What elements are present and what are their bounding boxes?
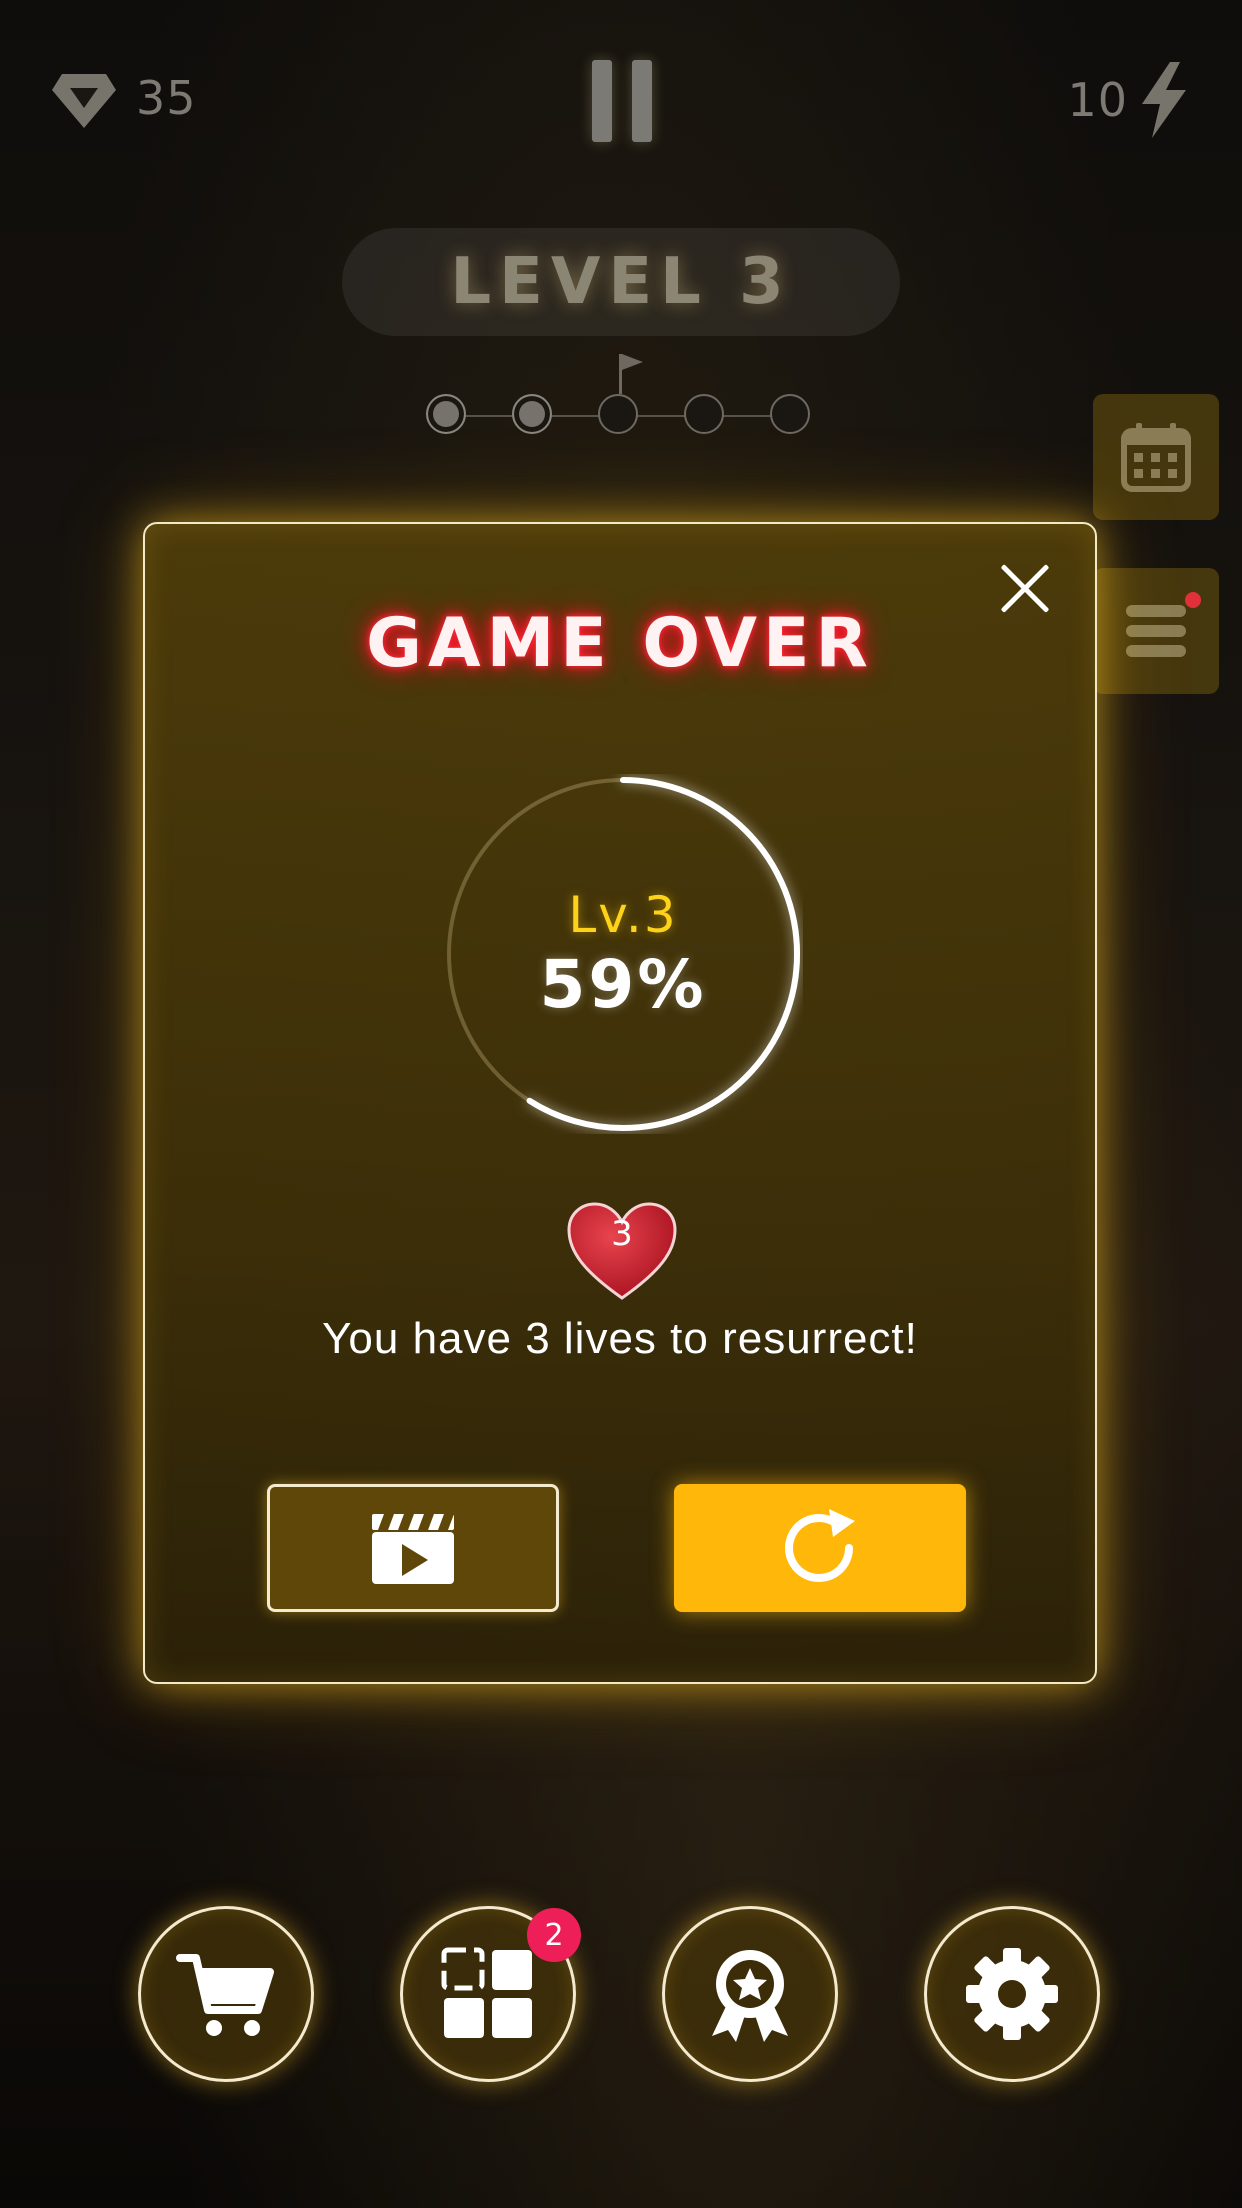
game-over-dialog: GAME OVER Lv.3 59% 3 You have 3 lives to…	[143, 522, 1097, 1684]
top-hud: 35 10	[0, 0, 1242, 200]
menu-button[interactable]	[1093, 568, 1219, 694]
video-clapper-icon	[372, 1514, 454, 1584]
level-indicator: LEVEL 3	[342, 228, 900, 336]
level-text: Lv.3	[568, 885, 678, 944]
watch-ad-button[interactable]	[267, 1484, 559, 1612]
calendar-icon	[1121, 423, 1191, 492]
lightning-icon	[1142, 62, 1186, 138]
dialog-title: GAME OVER	[366, 604, 874, 683]
settings-button[interactable]	[924, 1906, 1100, 2082]
shop-button[interactable]	[138, 1906, 314, 2082]
notification-badge: 2	[527, 1908, 581, 1962]
calendar-button[interactable]	[1093, 394, 1219, 520]
stage-dot	[770, 394, 810, 434]
stage-progress	[426, 354, 816, 438]
cart-icon	[176, 1954, 274, 2036]
diamond-icon	[52, 74, 116, 128]
retry-button[interactable]	[674, 1484, 966, 1612]
lives-message: You have 3 lives to resurrect!	[322, 1314, 918, 1363]
grid-icon	[441, 1947, 532, 2038]
notification-dot	[1185, 592, 1201, 608]
stage-dot	[684, 394, 724, 434]
list-icon	[1126, 605, 1186, 657]
pause-icon	[592, 60, 612, 142]
stage-dot	[426, 394, 466, 434]
achievements-button[interactable]	[662, 1906, 838, 2082]
retry-icon	[785, 1509, 855, 1582]
gear-icon	[966, 1948, 1058, 2040]
energy-counter: 10	[1067, 62, 1190, 138]
gem-count: 35	[136, 71, 197, 125]
progress-percent: 59%	[539, 945, 707, 1023]
stage-dot	[512, 394, 552, 434]
lives-count: 3	[611, 1214, 633, 1254]
level-label: LEVEL 3	[450, 245, 792, 319]
pause-button[interactable]	[590, 60, 654, 142]
energy-count: 10	[1067, 73, 1128, 127]
gem-counter: 35	[48, 62, 197, 134]
stage-dot	[598, 394, 638, 434]
flag-icon	[619, 354, 643, 394]
award-icon	[712, 1950, 788, 2042]
